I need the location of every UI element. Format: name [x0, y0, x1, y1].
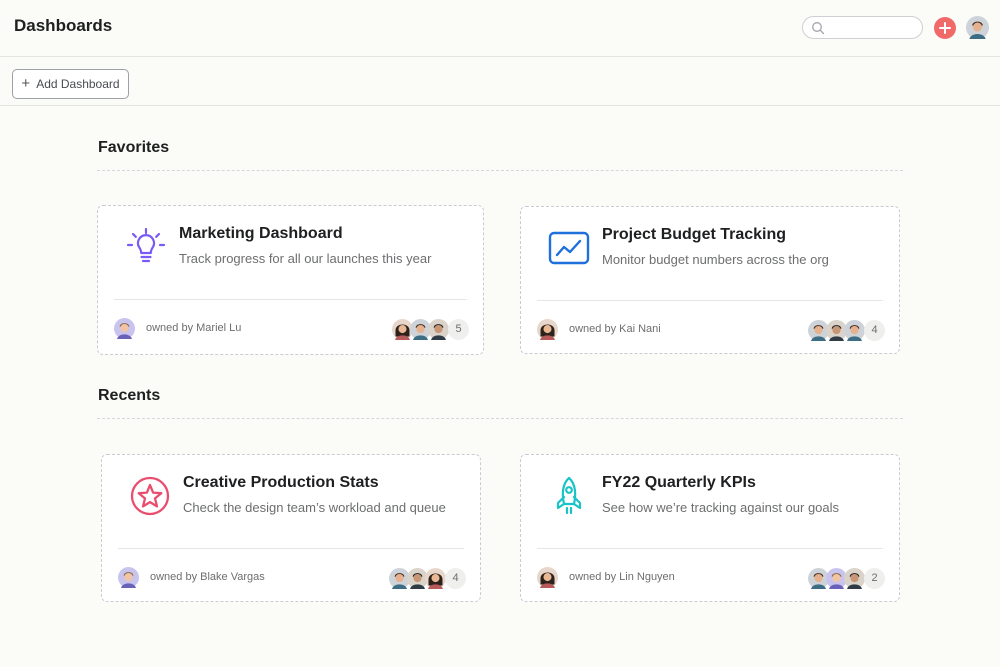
search-icon — [812, 22, 825, 35]
owner-label: owned by Kai Nani — [569, 323, 661, 335]
card-divider — [114, 299, 467, 300]
owner-avatar — [118, 567, 139, 588]
owner-avatar — [537, 567, 558, 588]
member-avatars[interactable]: 5 — [395, 318, 469, 340]
member-avatar — [428, 319, 449, 340]
card-description: Track progress for all our launches this… — [179, 251, 432, 266]
member-avatar — [844, 320, 865, 341]
dashboard-card-kpis[interactable]: FY22 Quarterly KPIs See how we’re tracki… — [520, 454, 900, 602]
user-avatar[interactable] — [966, 16, 989, 39]
member-count: 2 — [864, 567, 885, 589]
dashboard-card-budget[interactable]: Project Budget Tracking Monitor budget n… — [520, 206, 900, 354]
page-title: Dashboards — [14, 16, 113, 35]
favorites-divider — [97, 170, 903, 171]
rocket-icon — [556, 476, 582, 515]
search-box[interactable] — [802, 16, 923, 39]
line-chart-icon — [548, 231, 590, 265]
card-title: FY22 Quarterly KPIs — [602, 474, 756, 491]
dashboard-card-creative[interactable]: Creative Production Stats Check the desi… — [101, 454, 481, 602]
card-description: Check the design team’s workload and que… — [183, 500, 446, 515]
dashboard-card-marketing[interactable]: Marketing Dashboard Track progress for a… — [97, 205, 484, 355]
owner-label: owned by Blake Vargas — [150, 571, 265, 583]
member-avatars[interactable]: 4 — [811, 319, 885, 341]
card-description: Monitor budget numbers across the org — [602, 252, 829, 267]
member-count: 4 — [445, 567, 466, 589]
star-icon — [130, 476, 170, 516]
add-dashboard-button[interactable]: + Add Dashboard — [12, 69, 129, 99]
plus-icon: + — [21, 75, 31, 92]
member-count: 5 — [448, 318, 469, 340]
card-title: Creative Production Stats — [183, 474, 379, 491]
card-description: See how we’re tracking against our goals — [602, 500, 840, 515]
search-input[interactable] — [829, 19, 917, 36]
card-title: Project Budget Tracking — [602, 226, 787, 243]
owner-avatar — [537, 319, 558, 340]
quick-add-button[interactable] — [934, 17, 956, 39]
plus-icon — [939, 22, 951, 34]
owner-label: owned by Mariel Lu — [146, 322, 242, 334]
recents-heading: Recents — [98, 387, 161, 404]
member-avatars[interactable]: 4 — [392, 567, 466, 589]
member-avatar — [844, 568, 865, 589]
card-divider — [118, 548, 464, 549]
card-divider — [537, 300, 883, 301]
member-avatars[interactable]: 2 — [811, 567, 885, 589]
recents-divider — [97, 418, 903, 419]
card-divider — [537, 548, 883, 549]
favorites-heading: Favorites — [98, 139, 170, 156]
lightbulb-icon — [126, 227, 166, 263]
member-avatar — [425, 568, 446, 589]
toolbar: + Add Dashboard — [0, 57, 1000, 106]
card-title: Marketing Dashboard — [179, 225, 343, 242]
owner-label: owned by Lin Nguyen — [569, 571, 675, 583]
owner-avatar — [114, 318, 135, 339]
add-dashboard-label: Add Dashboard — [36, 77, 120, 91]
member-count: 4 — [864, 319, 885, 341]
top-bar: Dashboards — [0, 0, 1000, 57]
